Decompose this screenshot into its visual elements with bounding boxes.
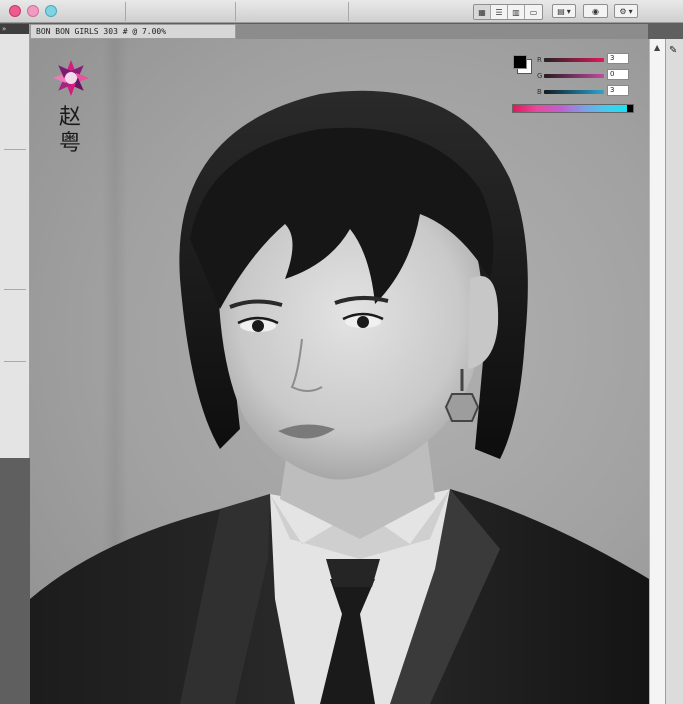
green-channel-value[interactable]: 0 (607, 69, 629, 80)
brush-tool-icon[interactable]: ✎ (669, 45, 677, 56)
member-name: 赵粤 (58, 105, 81, 156)
gem-flower-logo (53, 60, 89, 96)
list-view-icon[interactable]: ☰ (491, 5, 508, 19)
view-mode-group: ▦ ☰ ▥ ▭ (473, 4, 543, 20)
action-button[interactable]: ⚙ ▾ (614, 4, 638, 18)
blue-channel-label: B (537, 88, 542, 96)
tab-bar-background (236, 24, 648, 39)
red-channel-slider[interactable] (544, 58, 604, 62)
portrait-photo (30, 90, 649, 704)
eye-icon: ◉ (592, 6, 599, 16)
minimize-button[interactable] (27, 5, 39, 17)
right-dock-panel: ✎ (665, 39, 683, 704)
color-panel: R 3 G 0 B 3 (511, 51, 639, 119)
toolbar-divider (235, 2, 236, 21)
iris-left (252, 320, 264, 332)
green-channel-slider[interactable] (544, 74, 604, 78)
arrange-button[interactable]: ▤ ▾ (552, 4, 576, 18)
close-button[interactable] (9, 5, 21, 17)
vertical-scrollbar[interactable]: ▲ (649, 39, 665, 704)
panel-separator (4, 149, 26, 150)
panel-collapse-icon[interactable]: » (0, 24, 29, 34)
earring-pendant (444, 393, 480, 422)
red-channel-value[interactable]: 3 (607, 53, 629, 64)
red-channel-label: R (537, 56, 542, 64)
arrange-icon: ▤ (557, 6, 565, 16)
iris-right (357, 316, 369, 328)
document-tab[interactable]: BON BON GIRLS 303 # @ 7.00% (30, 24, 236, 39)
blue-channel-value[interactable]: 3 (607, 85, 629, 96)
toolbar-divider (348, 2, 349, 21)
title-bar: ▦ ☰ ▥ ▭ ▤ ▾ ◉ ⚙ ▾ (0, 0, 683, 23)
chevron-down-icon: ▾ (628, 6, 633, 16)
foreground-color-swatch[interactable] (513, 55, 527, 69)
blue-channel-slider[interactable] (544, 90, 604, 94)
panel-separator (4, 289, 26, 290)
color-spectrum-bar[interactable] (512, 104, 634, 113)
gear-icon: ⚙ (619, 6, 627, 16)
green-channel-label: G (537, 72, 543, 80)
toolbar-divider (125, 2, 126, 21)
chevron-down-icon: ▾ (566, 6, 571, 16)
tools-panel: » (0, 24, 30, 458)
panel-separator (4, 361, 26, 362)
quick-look-button[interactable]: ◉ (583, 4, 608, 18)
image-canvas[interactable]: 赵粤 R 3 G 0 B 3 (30, 39, 649, 704)
column-view-icon[interactable]: ▥ (508, 5, 525, 19)
grid-view-icon[interactable]: ▦ (474, 5, 491, 19)
coverflow-view-icon[interactable]: ▭ (525, 5, 542, 19)
zoom-button[interactable] (45, 5, 57, 17)
scroll-up-arrow-icon[interactable]: ▲ (654, 43, 660, 52)
tie-knot (326, 559, 380, 587)
